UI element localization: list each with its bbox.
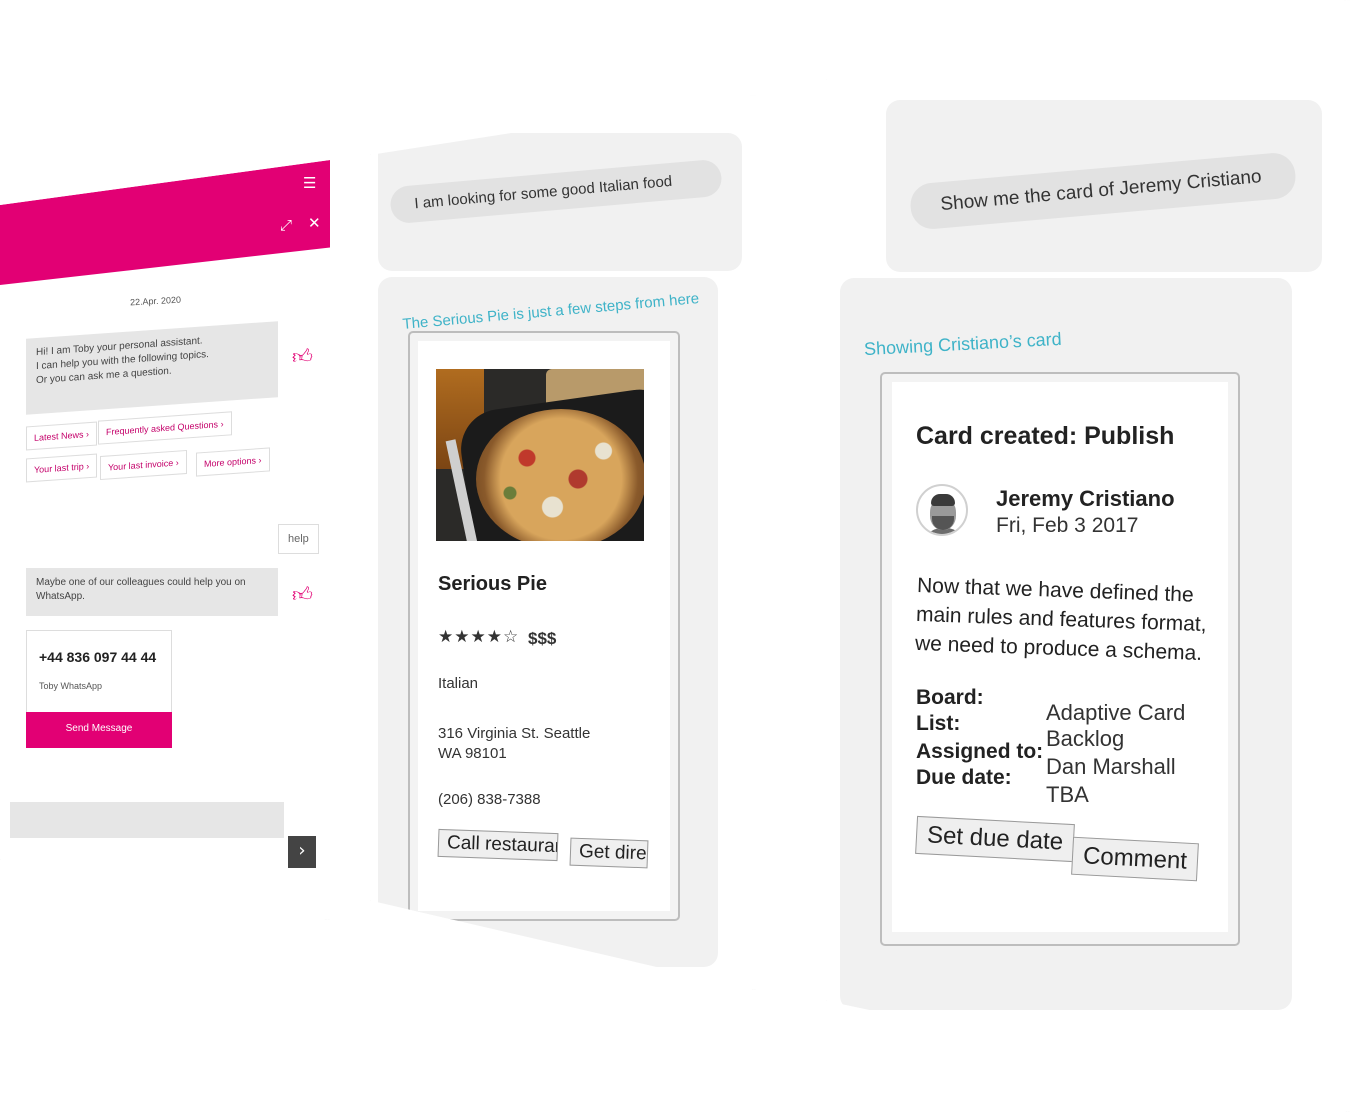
price-level: $$$ [528,629,557,648]
chevron-right-icon[interactable]: › [288,836,316,868]
expand-icon[interactable]: ⤢ [280,216,292,234]
whatsapp-label: Toby WhatsApp [39,681,103,691]
fact-value-assigned: Dan Marshall [1046,754,1176,779]
fact-key-due-date: Due date: [916,766,1012,789]
comment-button[interactable]: Comment [1071,836,1199,882]
chip-faq[interactable]: Frequently asked Questions › [98,411,232,445]
whatsapp-card: +44 836 097 44 44 Toby WhatsApp [26,630,172,714]
send-message-button[interactable]: Send Message [26,712,172,748]
menu-icon[interactable]: ☰ [303,174,316,192]
thumbs-up-icon[interactable]: 👍︎ [292,344,313,369]
restaurant-name: Serious Pie [438,573,547,595]
thumbs-up-icon[interactable]: 👍︎ [292,582,313,607]
chip-last-trip[interactable]: Your last trip › [26,453,98,483]
chip-last-invoice[interactable]: Your last invoice › [100,449,187,481]
fact-key-assigned: Assigned to: [916,740,1044,763]
user-message-bubble: help [278,524,319,554]
address-line-1: 316 Virginia St. Seattle [438,725,591,742]
get-directions-button[interactable]: Get dire [569,837,649,869]
chip-more-options[interactable]: More options › [196,447,270,477]
chat-widget-panel: ☰ ⤢ ✕ 22.Apr. 2020 Hi! I am Toby your pe… [0,160,330,920]
bot-greeting-bubble: Hi! I am Toby your personal assistant. I… [26,321,278,415]
fact-value-list: Backlog [1046,726,1125,751]
phone-number: (206) 838-7388 [438,791,541,808]
card-chat-panel: Show me the card of Jeremy Cristiano Sho… [826,0,1350,1112]
fact-value-due-date: TBA [1046,782,1089,807]
reply-line: Maybe one of our colleagues could help y… [36,577,246,588]
chat-date: 22.Apr. 2020 [129,294,182,308]
chat-header: ☰ ⤢ ✕ [0,160,330,285]
person-date: Fri, Feb 3 2017 [996,514,1139,537]
fact-value-board: Adaptive Card [1046,700,1186,725]
avatar [916,484,968,536]
fact-key-board: Board: [916,686,984,709]
chat-input[interactable] [10,802,284,838]
card-title: Card created: Publish [916,422,1175,450]
call-restaurant-button[interactable]: Call restaurant [437,828,559,862]
reply-line: WhatsApp. [36,591,85,602]
close-icon[interactable]: ✕ [308,214,321,232]
rating-stars: ★★★★☆ [438,627,520,647]
pizza-photo [436,369,644,541]
address-line-2: WA 98101 [438,745,507,762]
chip-latest-news[interactable]: Latest News › [26,421,98,451]
restaurant-chat-panel: I am looking for some good Italian food … [370,95,756,990]
card-body: Now that we have defined the main rules … [915,571,1208,668]
cuisine: Italian [438,675,479,692]
whatsapp-number: +44 836 097 44 44 [39,649,157,665]
person-card: Card created: Publish Jeremy Cristiano F… [880,372,1240,946]
person-name: Jeremy Cristiano [996,486,1175,511]
bot-reply-bubble: Maybe one of our colleagues could help y… [26,568,278,616]
restaurant-card: Serious Pie ★★★★☆ $$$ Italian 316 Virgin… [408,331,680,921]
set-due-date-button[interactable]: Set due date [915,815,1076,863]
fact-key-list: List: [916,712,961,735]
